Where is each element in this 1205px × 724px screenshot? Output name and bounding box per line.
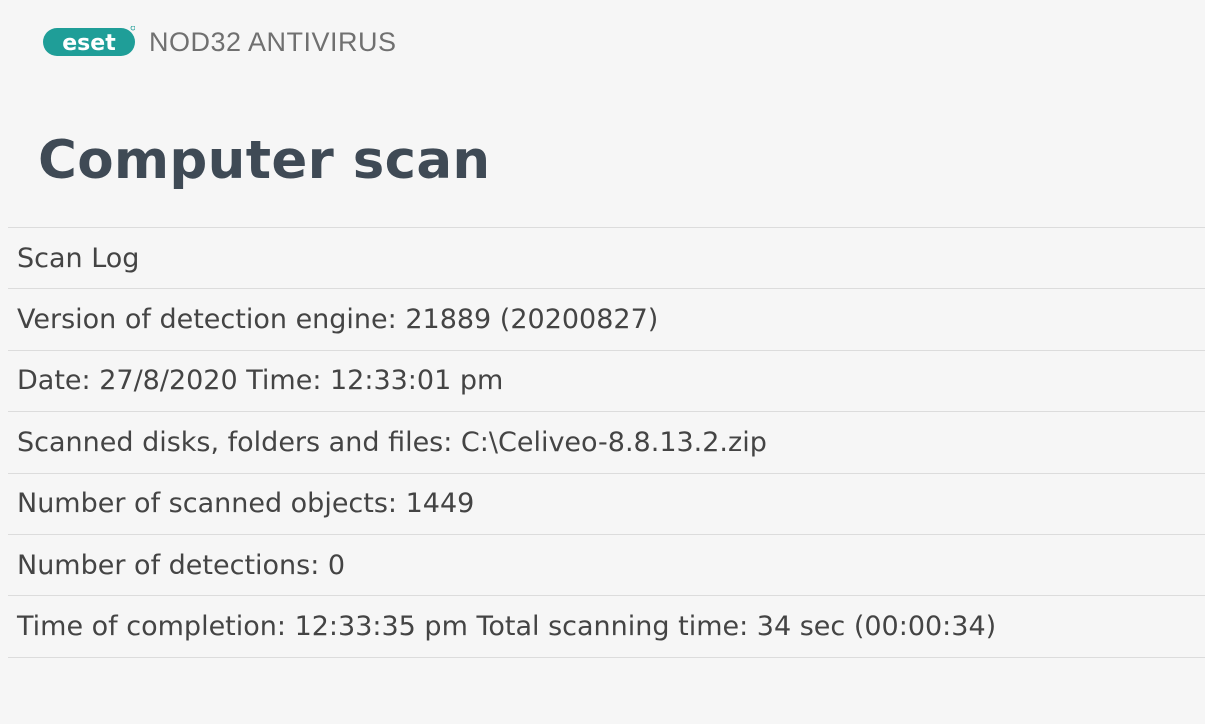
app-window: eset NOD32 ANTIVIRUS Computer scan Scan … xyxy=(0,0,1205,724)
scan-log-list: Scan Log Version of detection engine: 21… xyxy=(8,227,1205,658)
product-name: NOD32 ANTIVIRUS xyxy=(149,26,397,57)
log-row-date-time: Date: 27/8/2020 Time: 12:33:01 pm xyxy=(8,351,1205,413)
log-row-engine-version: Version of detection engine: 21889 (2020… xyxy=(8,289,1205,351)
log-row-detections: Number of detections: 0 xyxy=(8,535,1205,597)
log-row-completion: Time of completion: 12:33:35 pm Total sc… xyxy=(8,596,1205,658)
eset-logo: eset xyxy=(43,26,135,57)
page-title: Computer scan xyxy=(38,130,491,191)
brand-header: eset NOD32 ANTIVIRUS xyxy=(43,22,397,62)
log-row-scanned-targets: Scanned disks, folders and files: C:\Cel… xyxy=(8,412,1205,474)
log-row-scanned-objects: Number of scanned objects: 1449 xyxy=(8,474,1205,535)
log-row-heading: Scan Log xyxy=(8,228,1205,290)
eset-logo-text: eset xyxy=(62,31,116,56)
